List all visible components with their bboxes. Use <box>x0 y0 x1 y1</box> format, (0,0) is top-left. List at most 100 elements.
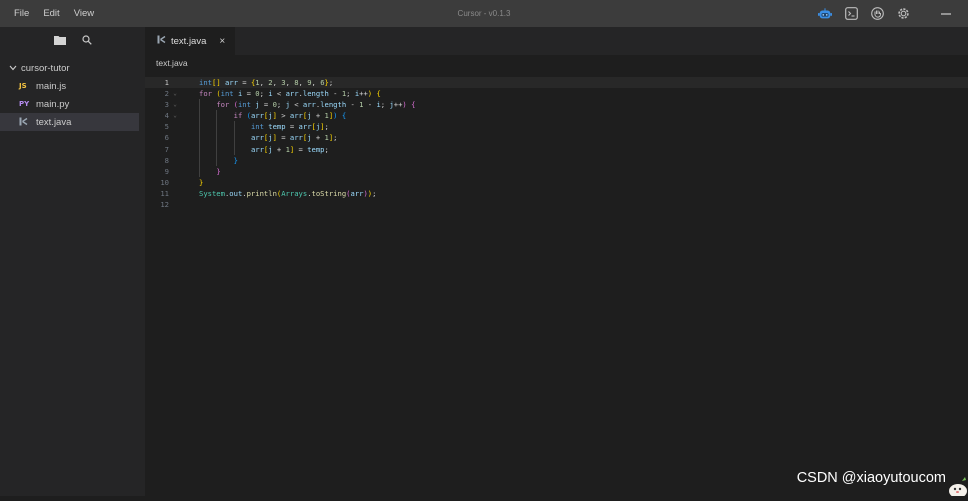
code-text: arr[j + 1] = temp; <box>181 143 329 155</box>
indent-guide <box>233 132 235 144</box>
tab-label: text.java <box>171 35 207 47</box>
code-text: System.out.println(Arrays.toString(arr))… <box>199 188 377 198</box>
fold-gutter <box>169 177 181 188</box>
line-number: 8 <box>164 155 169 165</box>
indent-guide <box>199 143 200 155</box>
search-icon[interactable] <box>81 32 92 50</box>
line-number: 10 <box>160 177 169 187</box>
tree-item-main-js[interactable]: JS main.js <box>0 77 145 95</box>
tab-text-java[interactable]: text.java × <box>145 27 236 55</box>
code-text: } <box>199 177 204 187</box>
line-number: 2 <box>164 89 169 99</box>
code-line[interactable]: 11 System.out.println(Arrays.toString(arr… <box>145 188 968 199</box>
tree-item-label: main.js <box>36 80 67 92</box>
line-number: 3 <box>164 100 169 110</box>
title-bar-actions <box>806 0 968 27</box>
tree-folder-label: cursor-tutor <box>21 62 70 74</box>
tree-item-text-java[interactable]: text.java <box>0 113 139 131</box>
code-line[interactable]: 5 int temp = arr[j]; <box>145 121 968 133</box>
fold-gutter <box>169 77 181 88</box>
code-line[interactable]: 10} <box>145 177 968 188</box>
code-text: for (int j = 0; j < arr.length - 1 - i; … <box>181 99 415 111</box>
settings-gear-icon[interactable] <box>896 7 910 21</box>
line-number: 6 <box>164 133 169 143</box>
mascot-icon <box>946 476 968 498</box>
hand-icon[interactable] <box>870 7 884 21</box>
code-line[interactable]: 6 arr[j] = arr[j + 1]; <box>145 132 968 144</box>
menu-view[interactable]: View <box>74 8 94 19</box>
fold-gutter <box>169 166 181 177</box>
menu-edit[interactable]: Edit <box>43 8 59 19</box>
folder-icon[interactable] <box>53 32 66 50</box>
fold-gutter <box>169 144 181 155</box>
code-line[interactable]: 3 ⌄ for (int j = 0; j < arr.length - 1 - … <box>145 99 968 111</box>
fold-gutter <box>169 199 181 210</box>
robot-icon[interactable] <box>818 7 832 21</box>
sidebar-toolbar <box>0 27 145 55</box>
tree-item-label: text.java <box>36 116 72 128</box>
code-line[interactable]: 12 <box>145 199 968 210</box>
line-number: 9 <box>164 166 169 176</box>
line-number: 4 <box>164 111 169 121</box>
indent-guide <box>216 132 218 144</box>
line-number: 7 <box>164 144 169 154</box>
code-text: arr[j] = arr[j + 1]; <box>181 132 338 144</box>
code-line[interactable]: 7 arr[j + 1] = temp; <box>145 143 968 155</box>
indent-guide <box>216 121 218 133</box>
terminal-icon[interactable] <box>844 7 858 21</box>
javascript-file-icon: JS <box>19 82 27 90</box>
code-line[interactable]: 9 } <box>145 165 968 177</box>
minimize-icon[interactable] <box>940 7 952 21</box>
line-number: 11 <box>160 188 169 198</box>
line-number: 5 <box>164 122 169 132</box>
title-bar: File Edit View Cursor - v0.1.3 <box>0 0 968 27</box>
indent-guide <box>216 143 218 155</box>
code-editor[interactable]: 1 int[] arr = {1, 2, 3, 8, 9, 6}; 2 ⌄ for (i… <box>145 77 968 210</box>
tree-folder-cursor-tutor[interactable]: cursor-tutor <box>0 59 145 77</box>
file-tree: cursor-tutor JS main.js PY main.py text.… <box>0 59 145 131</box>
indent-guide <box>199 110 200 122</box>
code-text: } <box>181 165 221 177</box>
fold-gutter <box>169 155 181 166</box>
fold-gutter <box>169 121 181 132</box>
code-text: } <box>181 154 238 166</box>
indent-guide <box>216 110 218 122</box>
indent-guide <box>233 143 235 155</box>
java-file-icon <box>19 117 31 128</box>
fold-gutter <box>169 188 181 199</box>
code-text: int[] arr = {1, 2, 3, 8, 9, 6}; <box>199 78 334 87</box>
code-text: int temp = arr[j]; <box>181 121 329 133</box>
code-line[interactable]: 4 ⌄ if (arr[j] > arr[j + 1]) { <box>145 110 968 122</box>
breadcrumb[interactable]: text.java <box>145 55 968 71</box>
indent-guide <box>199 121 200 133</box>
menu-file[interactable]: File <box>14 8 29 19</box>
indent-guide <box>216 154 218 166</box>
tree-item-main-py[interactable]: PY main.py <box>0 95 145 113</box>
indent-guide <box>199 154 200 166</box>
editor-area: text.java × text.java 1 int[] arr = {1, 2… <box>145 27 968 496</box>
indent-guide <box>199 132 200 144</box>
indent-guide <box>199 165 200 177</box>
chevron-down-icon <box>9 63 17 74</box>
close-icon[interactable]: × <box>219 36 225 47</box>
file-explorer-sidebar: cursor-tutor JS main.js PY main.py text.… <box>0 27 145 496</box>
code-text: if (arr[j] > arr[j + 1]) { <box>181 110 346 122</box>
indent-guide <box>199 99 200 111</box>
java-file-icon <box>157 35 166 47</box>
python-file-icon: PY <box>19 100 30 108</box>
code-line[interactable]: 8 } <box>145 154 968 166</box>
tree-item-label: main.py <box>36 98 70 110</box>
watermark: CSDN @xiaoyutoucom <box>796 470 946 486</box>
fold-chevron-icon[interactable]: ⌄ <box>169 88 181 99</box>
fold-gutter <box>169 132 181 143</box>
code-line[interactable]: 1 int[] arr = {1, 2, 3, 8, 9, 6}; <box>145 77 968 89</box>
tab-bar: text.java × <box>145 27 968 55</box>
code-line[interactable]: 2 ⌄ for (int i = 0; i < arr.length - 1; i+… <box>145 88 968 99</box>
code-text: for (int i = 0; i < arr.length - 1; i++)… <box>199 89 381 99</box>
menu-bar: File Edit View <box>14 8 94 19</box>
fold-chevron-icon[interactable]: ⌄ <box>169 110 181 121</box>
indent-guide <box>233 121 235 133</box>
fold-chevron-icon[interactable]: ⌄ <box>169 99 181 110</box>
line-number: 1 <box>164 78 169 87</box>
